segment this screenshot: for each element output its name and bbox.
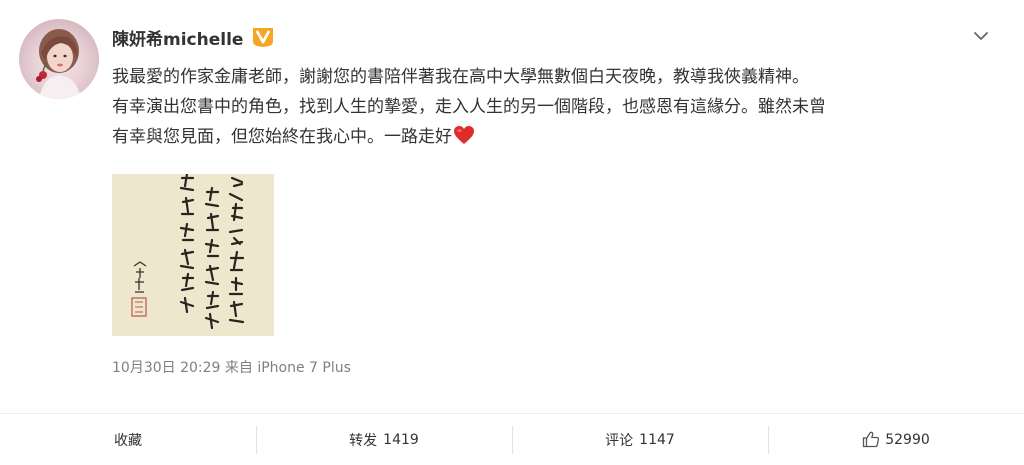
weibo-post-card: 陳妍希michelle 我最愛的作家金庸老師，謝謝您的書陪伴著我在高中大學無數個… bbox=[0, 0, 1024, 465]
action-bar: 收藏 转发 1419 评论 1147 52990 bbox=[0, 414, 1024, 465]
calligraphy-photo[interactable] bbox=[112, 174, 274, 336]
post-text-line: 我最愛的作家金庸老師，謝謝您的書陪伴著我在高中大學無數個白天夜晚，教導我俠義精神… bbox=[112, 67, 809, 87]
red-heart-emoji-icon bbox=[453, 125, 475, 145]
favorite-label: 收藏 bbox=[114, 432, 142, 449]
repost-count: 1419 bbox=[383, 431, 419, 448]
chevron-down-icon[interactable] bbox=[971, 26, 991, 46]
favorite-button[interactable]: 收藏 bbox=[0, 414, 256, 465]
like-count: 52990 bbox=[885, 431, 930, 448]
post-text-line: 有幸與您見面，但您始終在我心中。一路走好 bbox=[112, 122, 1002, 152]
comment-button[interactable]: 评论 1147 bbox=[512, 414, 768, 465]
thumbs-up-icon bbox=[862, 431, 880, 448]
post-meta: 10月30日 20:29 来自 iPhone 7 Plus bbox=[112, 360, 351, 376]
like-button[interactable]: 52990 bbox=[768, 414, 1024, 465]
repost-button[interactable]: 转发 1419 bbox=[256, 414, 512, 465]
verified-v-badge-icon[interactable] bbox=[250, 26, 276, 48]
comment-count: 1147 bbox=[639, 431, 675, 448]
post-header: 陳妍希michelle bbox=[112, 24, 276, 50]
post-text-line-end: 有幸與您見面，但您始終在我心中。一路走好 bbox=[112, 127, 452, 147]
user-avatar[interactable] bbox=[19, 19, 99, 99]
post-text: 我最愛的作家金庸老師，謝謝您的書陪伴著我在高中大學無數個白天夜晚，教導我俠義精神… bbox=[112, 62, 1002, 152]
user-name-link[interactable]: 陳妍希michelle bbox=[112, 25, 243, 50]
post-text-line: 有幸演出您書中的角色，找到人生的摯愛，走入人生的另一個階段，也感恩有這緣分。雖然… bbox=[112, 97, 826, 117]
comment-label: 评论 bbox=[605, 432, 634, 449]
repost-label: 转发 bbox=[349, 432, 378, 449]
